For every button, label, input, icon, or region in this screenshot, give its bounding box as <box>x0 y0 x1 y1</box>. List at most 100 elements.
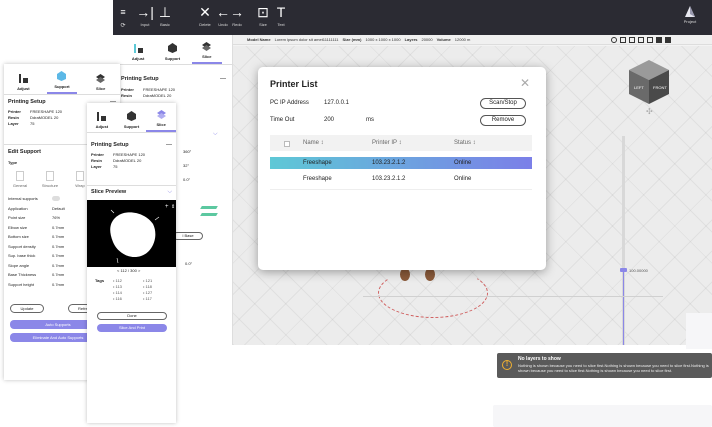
tags-left-column: • 112 • 113 • 114 • 116 <box>113 278 122 301</box>
support-panel-tabs: Adjust Support Slice <box>4 64 120 95</box>
size-value: 1000 x 1000 x 1000 <box>365 37 401 42</box>
move-handle-icon[interactable]: ✣ <box>646 107 653 116</box>
toolbar-redo-button[interactable]: → Redo <box>229 3 245 27</box>
tag-item[interactable]: 113 <box>116 284 122 289</box>
printer-ip: 103.23.2.1.2 <box>372 160 406 166</box>
layer-key: Layer <box>91 164 102 169</box>
setting-value[interactable]: 0.7mm <box>52 270 64 280</box>
ip-address-input[interactable]: 127.0.0.1 <box>324 100 349 106</box>
setting-label: Bottom size <box>8 234 29 239</box>
timeout-input[interactable]: 200 <box>324 117 334 123</box>
tab-slice[interactable]: Slice <box>146 103 176 132</box>
view-right-icon[interactable] <box>647 37 653 43</box>
slice-preview-canvas[interactable]: + ⇕ <box>87 200 176 267</box>
layers-value: 20000 <box>421 37 433 42</box>
column-header-status[interactable]: Status ↕ <box>454 140 476 146</box>
toolbar-delete-button[interactable]: ✕ Delete <box>197 3 213 27</box>
setting-value[interactable]: 0.7mm <box>52 232 64 242</box>
slice-icon <box>96 74 106 83</box>
collapse-icon[interactable]: — <box>166 142 172 148</box>
tab-support[interactable]: Support <box>46 64 77 94</box>
tab-slice[interactable]: Slice <box>86 64 116 94</box>
auto-supports-label: Auto Supports <box>45 322 71 327</box>
toolbar-basic-button[interactable]: ⊥ Basic <box>157 3 173 27</box>
tab-adjust[interactable]: Adjust <box>8 64 38 94</box>
model-name-value: Lorem ipsum dolor sit amet11111111 <box>274 37 339 42</box>
tab-support[interactable]: Support <box>117 103 147 132</box>
scan-stop-button[interactable]: Scan/Stop <box>480 98 526 109</box>
type-structure[interactable]: Structure <box>40 171 60 188</box>
setting-label: Point size <box>8 215 26 220</box>
align-icon[interactable] <box>200 213 218 216</box>
slice-and-print-button[interactable]: Slice And Print <box>97 324 167 332</box>
tab-adjust-label: Adjust <box>131 56 145 61</box>
setting-value[interactable]: 0.7mm <box>52 261 64 271</box>
view-cube-icon[interactable]: LEFT FRONT <box>627 58 671 106</box>
tab-adjust[interactable]: Adjust <box>87 103 117 132</box>
grid-line <box>363 296 663 297</box>
home-icon[interactable] <box>611 37 617 43</box>
refresh-icon: ⟳ <box>120 23 126 29</box>
tab-support[interactable]: Support <box>157 35 187 64</box>
slice-icon <box>202 42 212 51</box>
setting-value[interactable]: 76% <box>52 213 60 223</box>
remove-button[interactable]: Remove <box>480 115 526 126</box>
setting-value[interactable]: 0.7mm <box>52 251 64 261</box>
slice-icon <box>156 110 166 119</box>
view-left-icon[interactable] <box>638 37 644 43</box>
layer-slider-handle[interactable] <box>620 268 627 272</box>
select-all-checkbox[interactable] <box>284 141 290 147</box>
adjust-icon <box>97 112 107 121</box>
toolbar-input-button[interactable]: →| Input <box>136 3 154 27</box>
toolbar-menu-button[interactable]: ≡ ⟳ <box>115 3 131 29</box>
tag-item[interactable]: 121 <box>146 278 153 283</box>
close-icon[interactable]: ✕ <box>520 76 530 90</box>
done-button[interactable]: Done <box>97 312 167 320</box>
collapse-icon[interactable]: — <box>220 76 226 82</box>
tag-item[interactable]: 112 <box>116 278 122 283</box>
tab-support-label: Support <box>54 84 70 89</box>
toolbar-text-button[interactable]: T Text <box>273 3 289 27</box>
update-button[interactable]: Update <box>10 304 44 313</box>
setting-value[interactable]: 0.7mm <box>52 280 64 290</box>
chevron-down-icon[interactable]: ⌵ <box>167 189 172 196</box>
rotation-x-value: 360° <box>183 149 192 154</box>
tag-item[interactable]: 116 <box>116 296 122 301</box>
column-header-ip[interactable]: Printer IP ↕ <box>372 140 402 146</box>
view-bottom-icon[interactable] <box>665 37 671 43</box>
toolbar-size-button[interactable]: ⊡ Size <box>255 3 271 27</box>
table-empty-area <box>270 189 532 259</box>
tag-item[interactable]: 127 <box>146 290 153 295</box>
column-header-name[interactable]: Name ↕ <box>303 140 324 146</box>
tab-adjust-label: Adjust <box>17 86 30 91</box>
setting-label: Sup. base thick <box>8 253 36 258</box>
layers-key: Layers <box>404 37 418 42</box>
layer-pager[interactable]: < 112 / 300 > <box>117 268 140 273</box>
type-general[interactable]: General <box>10 171 30 188</box>
setting-value[interactable]: 0.7mm <box>52 223 64 233</box>
tag-item[interactable]: 114 <box>116 290 122 295</box>
project-button[interactable]: Project <box>679 5 701 24</box>
add-base-button[interactable]: l Base <box>173 232 203 240</box>
internal-supports-toggle[interactable] <box>52 196 60 201</box>
support-icon <box>167 43 177 53</box>
setting-label: Support density <box>8 243 36 249</box>
view-front-icon[interactable] <box>620 37 626 43</box>
view-back-icon[interactable] <box>629 37 635 43</box>
view-top-icon[interactable] <box>656 37 662 43</box>
tag-item[interactable]: 118 <box>146 284 152 289</box>
tab-slice[interactable]: Slice <box>191 35 222 64</box>
printer-status: Online <box>454 160 472 166</box>
volume-value: 12000 m <box>454 37 471 42</box>
align-icon[interactable] <box>200 206 218 209</box>
brand-logo-icon <box>685 6 695 17</box>
setting-value[interactable]: Default <box>52 204 65 214</box>
table-row[interactable]: Freeshape 103.23.2.1.2 Online <box>270 173 532 185</box>
chevron-down-icon[interactable]: ⌵ <box>213 131 218 138</box>
table-row[interactable]: Freeshape 103.23.2.1.2 Online <box>270 157 532 169</box>
toolbar-delete-label: Delete <box>199 22 211 27</box>
tag-item[interactable]: 117 <box>146 296 152 301</box>
setting-value[interactable]: 0.7mm <box>52 242 64 252</box>
tab-adjust[interactable]: Adjust <box>123 35 153 64</box>
layer-value: 75 <box>113 164 118 169</box>
